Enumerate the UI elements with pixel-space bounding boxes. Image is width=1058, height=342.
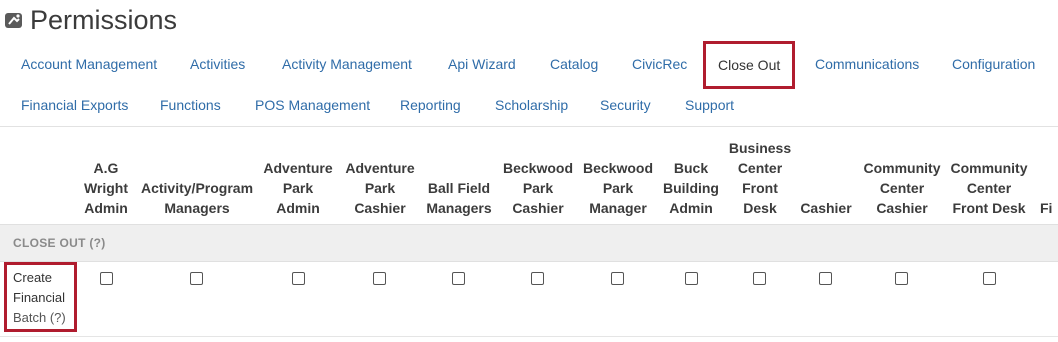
permissions-icon bbox=[4, 10, 24, 30]
column-header-beckwood-park-cashier: Beckwood Park Cashier bbox=[502, 160, 573, 216]
permission-checkbox-ball-field-managers[interactable] bbox=[452, 272, 465, 285]
permission-label-line: Create bbox=[13, 270, 53, 285]
column-header-community-center-cashier: Community Center Cashier bbox=[863, 160, 941, 216]
tab-support[interactable]: Support bbox=[685, 85, 734, 125]
permission-label-create-financial-batch: Create Financial Batch (?) bbox=[13, 268, 79, 328]
permission-checkbox-cashier[interactable] bbox=[819, 272, 832, 285]
tab-api-wizard[interactable]: Api Wizard bbox=[448, 44, 516, 84]
tab-close-out[interactable]: Close Out bbox=[703, 41, 796, 89]
tab-scholarship[interactable]: Scholarship bbox=[495, 85, 568, 125]
permission-checkbox-activity-program-managers[interactable] bbox=[190, 272, 203, 285]
tab-functions[interactable]: Functions bbox=[160, 85, 221, 125]
tab-communications[interactable]: Communications bbox=[815, 44, 919, 84]
permission-checkbox-beckwood-park-manager[interactable] bbox=[611, 272, 624, 285]
permission-help-line[interactable]: Batch (?) bbox=[13, 308, 79, 328]
permission-checkbox-community-center-front-desk[interactable] bbox=[983, 272, 996, 285]
permission-checkbox-community-center-cashier[interactable] bbox=[895, 272, 908, 285]
column-header-adventure-park-cashier: Adventure Park Cashier bbox=[345, 160, 415, 216]
column-header-community-center-front-desk: Community Center Front Desk bbox=[950, 160, 1028, 216]
tab-civicrec[interactable]: CivicRec bbox=[632, 44, 687, 84]
permission-checkbox-beckwood-park-cashier[interactable] bbox=[531, 272, 544, 285]
section-label: CLOSE OUT (?) bbox=[13, 236, 106, 250]
tab-account-management[interactable]: Account Management bbox=[21, 44, 157, 84]
permission-checkbox-adventure-park-cashier[interactable] bbox=[373, 272, 386, 285]
page-title: Permissions bbox=[30, 5, 178, 35]
tab-financial-exports[interactable]: Financial Exports bbox=[21, 85, 128, 125]
tab-catalog[interactable]: Catalog bbox=[550, 44, 598, 84]
column-header-beckwood-park-manager: Beckwood Park Manager bbox=[582, 160, 653, 216]
row-divider bbox=[0, 336, 1058, 337]
tab-security[interactable]: Security bbox=[600, 85, 651, 125]
section-header-close-out: CLOSE OUT (?) bbox=[0, 224, 1058, 262]
column-header-truncated: Fi bbox=[1040, 200, 1053, 216]
tab-activities[interactable]: Activities bbox=[190, 44, 245, 84]
column-header-ball-field-managers: Ball Field Managers bbox=[426, 180, 492, 216]
permission-label-line: Financial bbox=[13, 290, 66, 305]
permission-checkbox-adventure-park-admin[interactable] bbox=[292, 272, 305, 285]
tab-activity-management[interactable]: Activity Management bbox=[282, 44, 412, 84]
nav-divider bbox=[0, 126, 1058, 127]
tab-pos-management[interactable]: POS Management bbox=[255, 85, 370, 125]
column-header-buck-building-admin: Buck Building Admin bbox=[663, 160, 719, 216]
column-header-business-center-front-desk: Business Center Front Desk bbox=[728, 140, 792, 216]
permission-checkbox-buck-building-admin[interactable] bbox=[685, 272, 698, 285]
column-header-adventure-park-admin: Adventure Park Admin bbox=[263, 160, 333, 216]
tab-configuration[interactable]: Configuration bbox=[952, 44, 1035, 84]
column-header-ag-wright-admin: A.G Wright Admin bbox=[83, 160, 129, 216]
tab-reporting[interactable]: Reporting bbox=[400, 85, 461, 125]
page-header: Permissions bbox=[4, 3, 177, 37]
permission-checkbox-business-center-front-desk[interactable] bbox=[753, 272, 766, 285]
column-header-activity-program-managers: Activity/Program Managers bbox=[140, 180, 254, 216]
column-header-cashier: Cashier bbox=[800, 200, 852, 216]
permission-checkbox-ag-wright-admin[interactable] bbox=[100, 272, 113, 285]
